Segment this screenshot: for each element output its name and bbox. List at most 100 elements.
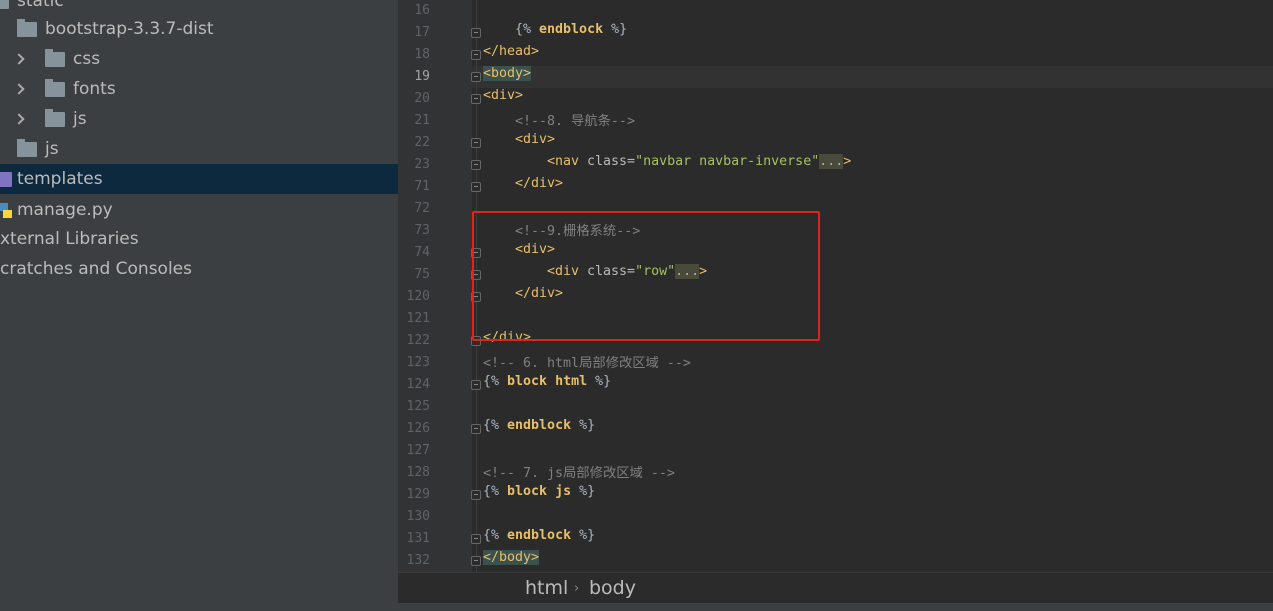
line-number: 126 bbox=[406, 421, 430, 436]
folder-icon bbox=[45, 79, 65, 97]
code-line[interactable]: {% block html %} bbox=[483, 374, 611, 396]
code-line[interactable]: <!--8. 导航条--> bbox=[515, 110, 635, 132]
breadcrumb-html[interactable]: html bbox=[525, 577, 568, 599]
chevron-right-icon[interactable] bbox=[13, 53, 25, 65]
line-number: 71 bbox=[414, 179, 430, 194]
line-number: 122 bbox=[406, 333, 430, 348]
tree-item[interactable]: bootstrap-3.3.7-dist bbox=[0, 14, 398, 44]
code-token: <nav bbox=[547, 154, 588, 169]
line-number: 74 bbox=[414, 245, 430, 260]
fold-marker-icon[interactable] bbox=[471, 490, 481, 500]
tree-item[interactable]: js bbox=[0, 104, 398, 134]
tree-item[interactable]: css bbox=[0, 44, 398, 74]
code-token: > bbox=[843, 154, 852, 169]
status-bar bbox=[398, 603, 1273, 611]
breadcrumb-body[interactable]: body bbox=[589, 577, 636, 599]
breadcrumb: html › body bbox=[398, 572, 1273, 603]
line-number: 20 bbox=[414, 91, 430, 106]
fold-marker-icon[interactable] bbox=[471, 94, 481, 104]
fold-marker-icon[interactable] bbox=[471, 534, 481, 544]
fold-marker-icon[interactable] bbox=[471, 138, 481, 148]
fold-marker-icon[interactable] bbox=[471, 424, 481, 434]
fold-marker-icon[interactable] bbox=[471, 160, 481, 170]
code-token: <body> bbox=[483, 66, 532, 81]
code-line[interactable]: <div> bbox=[483, 88, 523, 110]
fold-marker-icon[interactable] bbox=[471, 556, 481, 566]
line-number: 72 bbox=[414, 201, 430, 216]
fold-marker-icon[interactable] bbox=[471, 380, 481, 390]
code-token: <!-- 7. js局部修改区域 --> bbox=[483, 466, 675, 481]
line-number: 130 bbox=[406, 509, 430, 524]
fold-marker-icon[interactable] bbox=[471, 50, 481, 60]
line-number: 21 bbox=[414, 113, 430, 128]
tree-item-label: css bbox=[73, 49, 101, 69]
code-token: {% bbox=[483, 374, 508, 389]
code-line[interactable]: <!-- 7. js局部修改区域 --> bbox=[483, 462, 675, 484]
code-token: {% bbox=[483, 418, 508, 433]
line-number: 18 bbox=[414, 47, 430, 62]
code-line[interactable]: <nav class="navbar navbar-inverse"...> bbox=[547, 154, 851, 176]
code-token: class= bbox=[587, 154, 636, 169]
tree-item-label: js bbox=[45, 139, 59, 159]
code-token: <!-- 6. html局部修改区域 --> bbox=[483, 356, 691, 371]
tree-item-label: templates bbox=[17, 169, 103, 189]
code-token: "navbar navbar-inverse" bbox=[635, 154, 820, 169]
tree-item-label: cratches and Consoles bbox=[0, 259, 192, 279]
line-number: 129 bbox=[406, 487, 430, 502]
code-token: %} bbox=[571, 484, 596, 499]
fold-marker-icon[interactable] bbox=[471, 72, 481, 82]
chevron-right-icon[interactable] bbox=[13, 113, 25, 125]
tree-item[interactable]: manage.py bbox=[0, 195, 398, 225]
line-number: 17 bbox=[414, 25, 430, 40]
tree-item-label: bootstrap-3.3.7-dist bbox=[45, 19, 214, 39]
code-line[interactable]: <!-- 6. html局部修改区域 --> bbox=[483, 352, 691, 374]
line-number: 128 bbox=[406, 465, 430, 480]
chevron-right-icon[interactable] bbox=[13, 83, 25, 95]
line-number: 125 bbox=[406, 399, 430, 414]
code-line[interactable]: <div> bbox=[515, 132, 555, 154]
code-token: endblock bbox=[507, 528, 572, 543]
code-token: block html bbox=[507, 374, 588, 389]
code-token: <div> bbox=[515, 132, 556, 147]
code-token: endblock bbox=[507, 418, 572, 433]
code-line[interactable]: <body> bbox=[483, 66, 532, 88]
fold-marker-icon[interactable] bbox=[471, 182, 481, 192]
line-number: 19 bbox=[414, 69, 430, 84]
python-file-icon bbox=[0, 203, 12, 218]
code-token: ... bbox=[819, 154, 844, 169]
fold-marker-icon[interactable] bbox=[471, 28, 481, 38]
tree-item-label: js bbox=[73, 109, 87, 129]
folder-icon bbox=[45, 49, 65, 67]
code-token: endblock bbox=[539, 22, 604, 37]
code-token: </body> bbox=[483, 550, 540, 565]
tree-item[interactable]: xternal Libraries bbox=[0, 224, 398, 254]
line-number: 132 bbox=[406, 553, 430, 568]
line-number: 23 bbox=[414, 157, 430, 172]
current-line-highlight bbox=[472, 66, 1273, 88]
breadcrumb-separator: › bbox=[574, 581, 580, 596]
code-token: %} bbox=[603, 22, 628, 37]
line-number: 123 bbox=[406, 355, 430, 370]
line-number: 75 bbox=[414, 267, 430, 282]
tree-item-label: fonts bbox=[73, 79, 116, 99]
code-line[interactable]: {% endblock %} bbox=[483, 418, 595, 440]
tree-item[interactable]: templates bbox=[0, 164, 398, 194]
tree-item[interactable]: fonts bbox=[0, 74, 398, 104]
line-number: 131 bbox=[406, 531, 430, 546]
code-line[interactable]: {% endblock %} bbox=[483, 528, 595, 550]
code-token: </head> bbox=[483, 44, 540, 59]
code-token: <div> bbox=[483, 88, 524, 103]
folder-icon bbox=[17, 19, 37, 37]
tree-item[interactable]: js bbox=[0, 134, 398, 164]
line-number: 16 bbox=[414, 3, 430, 18]
code-token: <!--8. 导航条--> bbox=[515, 114, 635, 129]
code-token: %} bbox=[571, 528, 596, 543]
line-number: 120 bbox=[406, 289, 430, 304]
code-line[interactable]: {% endblock %} bbox=[515, 22, 627, 44]
code-line[interactable]: </body> bbox=[483, 550, 540, 572]
tree-item[interactable]: cratches and Consoles bbox=[0, 254, 398, 284]
code-line[interactable]: {% block js %} bbox=[483, 484, 595, 506]
code-line[interactable]: </head> bbox=[483, 44, 539, 66]
code-line[interactable]: </div> bbox=[515, 176, 563, 198]
code-token: block js bbox=[507, 484, 572, 499]
